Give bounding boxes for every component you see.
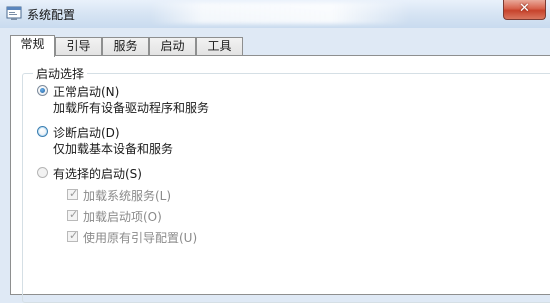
load-system-services-label[interactable]: 加载系统服务(L) <box>83 187 171 204</box>
tab-boot[interactable]: 引导 <box>55 37 102 55</box>
diagnostic-startup-description: 仅加载基本设备和服务 <box>53 142 174 156</box>
selective-startup-radio[interactable] <box>37 167 48 178</box>
checkmark-icon: ✓ <box>69 187 79 200</box>
close-button[interactable]: ✕ <box>503 0 546 20</box>
window-title: 系统配置 <box>27 8 76 22</box>
normal-startup-label[interactable]: 正常启动(N) <box>53 83 119 100</box>
title-bar: 系统配置 ✕ <box>0 0 550 28</box>
diagnostic-startup-radio[interactable] <box>37 126 48 137</box>
tab-general[interactable]: 常规 <box>10 35 55 57</box>
checkmark-icon: ✓ <box>69 229 79 242</box>
selective-startup-label[interactable]: 有选择的启动(S) <box>53 165 142 182</box>
close-icon: ✕ <box>519 1 530 16</box>
diagnostic-startup-label[interactable]: 诊断启动(D) <box>53 124 120 141</box>
checkmark-icon: ✓ <box>69 208 79 221</box>
use-original-boot-config-checkbox[interactable]: ✓ <box>67 229 79 242</box>
title-bar-glare <box>150 2 410 24</box>
msconfig-window-icon <box>6 6 22 20</box>
load-startup-items-label[interactable]: 加载启动项(O) <box>83 208 162 225</box>
group-legend: 启动选择 <box>33 65 88 82</box>
tab-tools[interactable]: 工具 <box>196 37 243 55</box>
tab-services[interactable]: 服务 <box>102 37 149 55</box>
tab-startup[interactable]: 启动 <box>149 37 196 55</box>
load-startup-items-checkbox[interactable]: ✓ <box>67 208 79 221</box>
normal-startup-description: 加载所有设备驱动程序和服务 <box>53 101 210 115</box>
normal-startup-radio[interactable] <box>37 85 48 96</box>
load-system-services-checkbox[interactable]: ✓ <box>67 187 79 200</box>
use-original-boot-config-label[interactable]: 使用原有引导配置(U) <box>83 229 197 246</box>
